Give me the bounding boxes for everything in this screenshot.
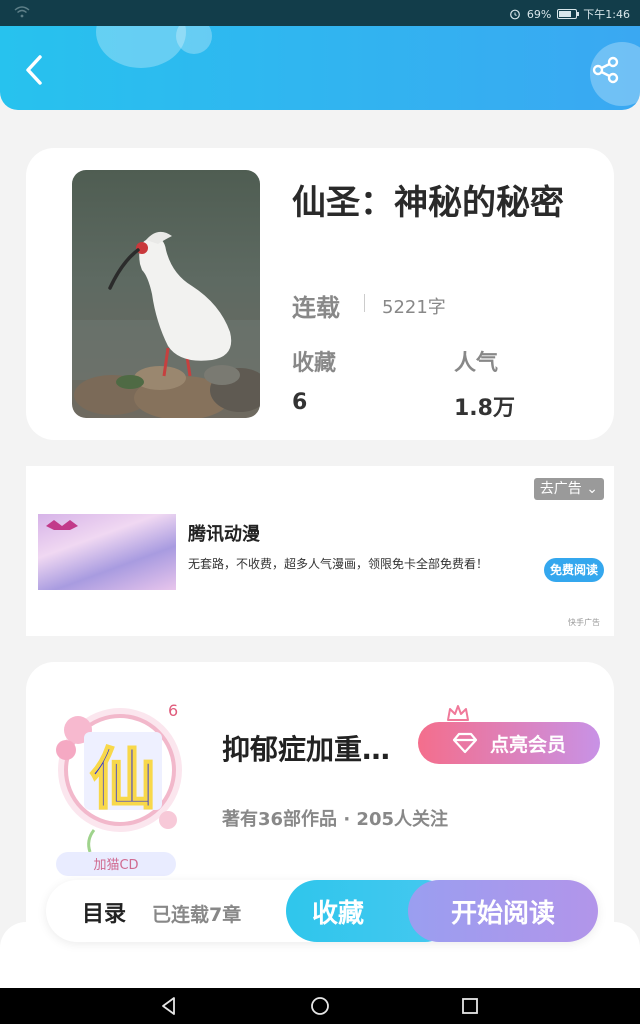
- author-avatar[interactable]: 6 仙 加猫CD: [38, 690, 198, 880]
- ad-banner[interactable]: 去广告 ⌄ 腾讯动漫 无套路，不收费，超多人气漫画，领限免卡全部免费看！ 免费阅…: [26, 466, 614, 636]
- word-count: 5221字: [382, 297, 446, 318]
- ad-logo-icon: [46, 520, 78, 530]
- battery-percent: 69%: [526, 7, 552, 21]
- favorites-value: 6: [292, 390, 308, 415]
- crown-icon: [447, 705, 469, 721]
- system-nav-bar: [0, 988, 640, 1024]
- back-button[interactable]: [18, 54, 50, 86]
- popularity-label: 人气: [454, 351, 499, 376]
- chapter-count[interactable]: 已连载7章: [152, 900, 241, 927]
- chevron-down-icon: ⌄: [586, 481, 598, 497]
- remove-ad-button[interactable]: 去广告 ⌄: [533, 478, 604, 500]
- serial-status: 连载: [292, 294, 340, 322]
- ad-source: 快手广告: [568, 618, 600, 627]
- status-bar: 69% 下午1:46: [0, 0, 640, 26]
- book-info-card: 仙圣：神秘的秘密 连载 5221字 收藏 6 人气 1.8万: [26, 148, 614, 440]
- ad-description: 无套路，不收费，超多人气漫画，领限免卡全部免费看！: [188, 557, 489, 571]
- favorites-label: 收藏: [292, 351, 337, 376]
- vip-label: 点亮会员: [489, 733, 566, 756]
- avatar-frame-image: 6 仙 加猫CD: [56, 701, 182, 876]
- author-meta: 著有36部作品 · 205人关注: [222, 809, 448, 830]
- toc-button[interactable]: 目录: [82, 896, 126, 928]
- alarm-icon: [509, 9, 520, 20]
- divider: [364, 294, 365, 312]
- decor-bubble: [176, 26, 212, 54]
- battery-icon: [557, 9, 580, 19]
- favorite-label: 收藏: [312, 898, 365, 929]
- recents-nav-icon[interactable]: [459, 995, 481, 1017]
- top-header: [0, 26, 640, 110]
- bottom-action-bar: 目录 已连载7章 收藏 开始阅读: [46, 880, 598, 942]
- start-reading-button[interactable]: 开始阅读: [408, 880, 598, 942]
- home-nav-icon[interactable]: [309, 995, 331, 1017]
- wifi-icon: [14, 6, 30, 18]
- svg-text:加猫CD: 加猫CD: [93, 858, 138, 873]
- activate-vip-button[interactable]: 点亮会员: [418, 722, 600, 764]
- svg-text:仙: 仙: [90, 741, 156, 818]
- share-icon: [592, 56, 619, 84]
- clock: 下午1:46: [583, 8, 630, 21]
- author-name[interactable]: 抑郁症加重…: [222, 728, 390, 768]
- book-cover[interactable]: [72, 170, 260, 418]
- diamond-icon: [452, 732, 478, 754]
- ibis-cover-image: [72, 170, 260, 418]
- chevron-left-icon: [26, 55, 42, 85]
- book-title: 仙圣：神秘的秘密: [292, 183, 564, 223]
- svg-text:6: 6: [168, 701, 178, 720]
- remove-ad-label: 去广告: [539, 481, 582, 497]
- share-button[interactable]: [590, 54, 622, 86]
- ad-title: 腾讯动漫: [188, 524, 260, 545]
- popularity-value: 1.8万: [454, 396, 515, 421]
- ad-image[interactable]: [38, 514, 176, 590]
- decor-bubble: [96, 26, 186, 68]
- free-read-button[interactable]: 免费阅读: [544, 558, 605, 582]
- back-nav-icon[interactable]: [158, 995, 180, 1017]
